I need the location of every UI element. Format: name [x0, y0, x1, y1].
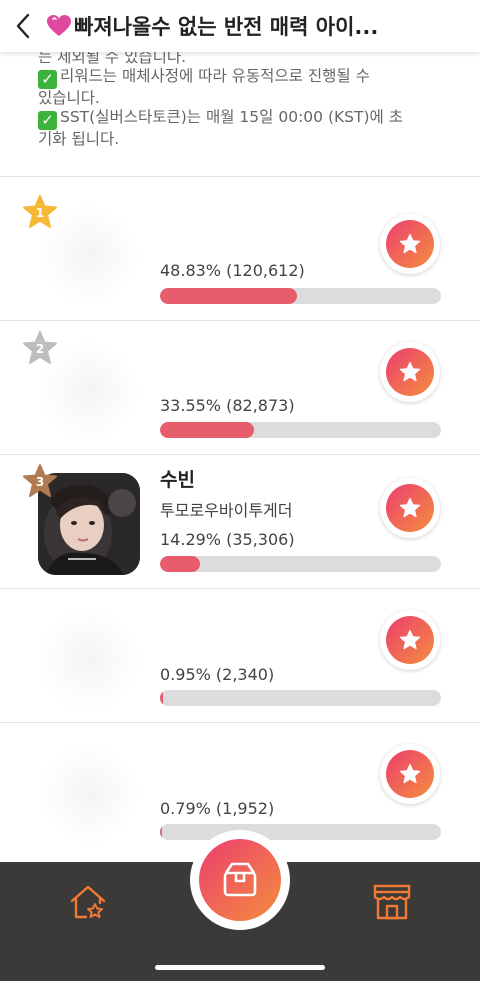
rank-star-icon: 1: [23, 195, 57, 228]
center-action-button[interactable]: [199, 839, 281, 921]
home-star-icon: [70, 885, 106, 919]
vote-button[interactable]: [380, 342, 440, 402]
page-title: 빠져나올수 없는 반전 매력 아이...: [74, 15, 379, 39]
notice-line: 기화 됩니다.: [38, 130, 120, 148]
star-icon: [399, 233, 421, 254]
center-button-ring: [190, 830, 290, 930]
vote-percentage: 48.83% (120,612): [160, 261, 305, 280]
notice-line: ✓ SST(실버스타토큰)는 매월 15일 00:00 (KST)에 초: [38, 108, 448, 130]
vote-progress-fill: [160, 422, 255, 438]
star-icon: [399, 361, 421, 382]
svg-text:3: 3: [36, 475, 44, 489]
box-icon: [223, 862, 257, 897]
ranking-row[interactable]: 1 48.83% (120,612): [0, 186, 480, 319]
ranking-row[interactable]: 2 33.55% (82,873): [0, 322, 480, 455]
star-icon: [399, 763, 421, 784]
vote-progress-fill: [160, 690, 163, 706]
vote-progress-fill: [160, 824, 163, 840]
vote-progress-bar: [160, 288, 441, 304]
tab-store[interactable]: [370, 880, 414, 924]
ranking-row[interactable]: 0.95% (2,340): [0, 590, 480, 723]
vote-button[interactable]: [380, 744, 440, 804]
artist-photo: [38, 742, 140, 844]
rank-star-icon: 2: [23, 331, 57, 364]
tab-home[interactable]: [66, 880, 110, 924]
divider: [0, 588, 480, 589]
home-indicator: [155, 965, 325, 970]
svg-text:2: 2: [36, 342, 44, 356]
ranking-row[interactable]: 3 수빈 투모로우바이투게더 14.29% (35,306): [0, 455, 480, 588]
svg-text:1: 1: [36, 206, 44, 220]
rank-star-icon: 3: [23, 464, 57, 497]
vote-percentage: 0.95% (2,340): [160, 665, 275, 684]
notice-line: 있습니다.: [38, 89, 100, 107]
notice-text: 는 제외될 수 있습니다. ✓ 리워드는 매체사정에 따라 유동적으로 진행될 수…: [38, 48, 448, 149]
vote-progress-bar: [160, 824, 441, 840]
chevron-left-icon: [16, 13, 30, 39]
check-mark-icon: ✓: [38, 70, 57, 89]
vote-progress-fill: [160, 556, 201, 572]
app-header: 빠져나올수 없는 반전 매력 아이...: [0, 0, 480, 52]
artist-group: 투모로우바이투게더: [160, 501, 293, 520]
star-icon: [399, 497, 421, 518]
divider: [0, 176, 480, 177]
check-mark-icon: ✓: [38, 111, 57, 130]
vote-button[interactable]: [380, 610, 440, 670]
heart-icon: [47, 15, 71, 36]
vote-progress-bar: [160, 690, 441, 706]
vote-percentage: 0.79% (1,952): [160, 799, 275, 818]
store-icon: [373, 884, 411, 920]
notice-line: ✓ 리워드는 매체사정에 따라 유동적으로 진행될 수: [38, 67, 448, 89]
vote-progress-bar: [160, 422, 441, 438]
vote-percentage: 14.29% (35,306): [160, 530, 295, 549]
divider: [0, 320, 480, 321]
vote-button[interactable]: [380, 214, 440, 274]
vote-progress-fill: [160, 288, 298, 304]
artist-photo: [38, 608, 140, 710]
vote-percentage: 33.55% (82,873): [160, 396, 295, 415]
artist-name: 수빈: [160, 469, 195, 491]
vote-button[interactable]: [380, 478, 440, 538]
vote-progress-bar: [160, 556, 441, 572]
divider: [0, 722, 480, 723]
back-button[interactable]: [0, 0, 46, 52]
page-title-wrap: 빠져나올수 없는 반전 매력 아이...: [46, 0, 430, 52]
star-icon: [399, 629, 421, 650]
